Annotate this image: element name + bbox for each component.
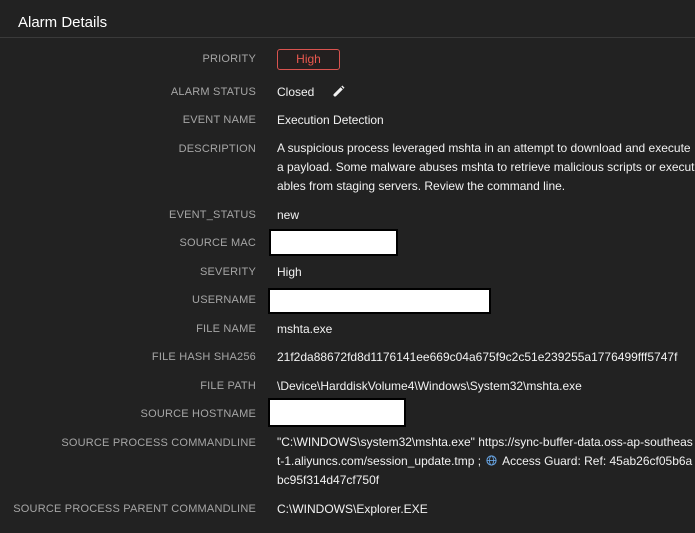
severity-value: High xyxy=(277,265,302,279)
file-hash-value: 21f2da88672fd8d1176141ee669c04a675f9c2c5… xyxy=(277,350,678,364)
event-name-label: EVENT NAME xyxy=(182,114,256,126)
file-path-label: FILE PATH xyxy=(200,380,256,392)
source-hostname-redaction xyxy=(268,398,406,427)
panel-header: Alarm Details xyxy=(0,0,695,38)
event-name-value: Execution Detection xyxy=(277,113,384,127)
description-value: A suspicious process leveraged mshta in … xyxy=(277,141,695,193)
alarm-details-panel: Alarm Details PRIORITY High ALARM STATUS… xyxy=(0,0,695,533)
event-status-value: new xyxy=(277,208,300,222)
source-process-parent-commandline-value: C:\WINDOWS\Explorer.EXE xyxy=(277,502,428,516)
globe-icon xyxy=(486,455,498,466)
source-mac-redaction xyxy=(269,229,398,256)
source-process-commandline-label: SOURCE PROCESS COMMANDLINE xyxy=(61,437,256,449)
file-name-value: mshta.exe xyxy=(277,322,333,336)
file-name-label: FILE NAME xyxy=(196,323,256,335)
source-process-commandline-value: "C:\WINDOWS\system32\mshta.exe" https://… xyxy=(277,433,695,490)
source-hostname-label: SOURCE HOSTNAME xyxy=(140,408,256,420)
pencil-icon[interactable] xyxy=(331,85,345,99)
priority-label: PRIORITY xyxy=(202,53,256,65)
panel-title: Alarm Details xyxy=(18,14,108,31)
source-mac-label: SOURCE MAC xyxy=(179,237,256,249)
event-status-label: EVENT_STATUS xyxy=(169,209,256,221)
alarm-status-label: ALARM STATUS xyxy=(170,86,256,98)
severity-label: SEVERITY xyxy=(199,266,256,278)
priority-badge: High xyxy=(277,49,340,70)
alarm-status-value: Closed xyxy=(277,85,315,99)
username-redaction xyxy=(268,288,491,314)
file-hash-label: FILE HASH SHA256 xyxy=(151,351,256,363)
description-label: DESCRIPTION xyxy=(178,143,256,155)
file-path-value: \Device\HarddiskVolume4\Windows\System32… xyxy=(277,379,582,393)
username-label: USERNAME xyxy=(192,294,256,306)
source-process-parent-commandline-label: SOURCE PROCESS PARENT COMMANDLINE xyxy=(13,503,256,515)
